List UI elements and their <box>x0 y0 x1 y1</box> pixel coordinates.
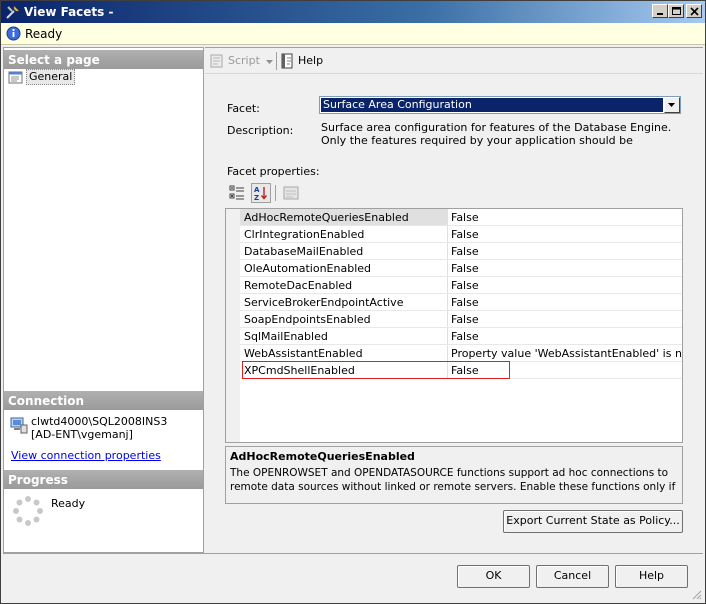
toolbar-separator <box>276 52 277 70</box>
property-name: SoapEndpointsEnabled <box>240 311 448 327</box>
property-value[interactable]: Property value 'WebAssistantEnabled' is … <box>448 345 682 361</box>
property-row[interactable]: RemoteDacEnabled False <box>240 277 682 294</box>
title-bar: View Facets - <box>1 1 705 23</box>
ok-button[interactable]: OK <box>457 565 530 588</box>
facet-properties-label: Facet properties: <box>227 165 320 178</box>
grid-margin <box>226 209 240 442</box>
svg-text:A: A <box>254 186 260 194</box>
help-panel-text: The OPENROWSET and OPENDATASOURCE functi… <box>230 467 676 496</box>
maximize-button[interactable] <box>668 4 684 18</box>
categorized-icon <box>229 185 244 200</box>
alphabetical-button[interactable]: A Z <box>251 183 271 203</box>
cancel-button[interactable]: Cancel <box>536 565 609 588</box>
close-window-button[interactable] <box>686 4 702 18</box>
progress-spinner-icon <box>13 496 43 526</box>
description-label: Description: <box>227 124 294 137</box>
property-value[interactable]: False <box>448 277 682 293</box>
property-pages-button[interactable] <box>281 183 301 203</box>
resize-grip-icon[interactable] <box>690 588 702 600</box>
close-icon <box>690 7 699 16</box>
help-toolbar-label: Help <box>298 54 324 67</box>
property-name: AdHocRemoteQueriesEnabled <box>240 209 448 225</box>
sort-alphabetical-icon: A Z <box>254 186 268 202</box>
property-pages-icon <box>283 186 299 200</box>
facets-app-icon <box>6 5 20 19</box>
property-row[interactable]: ClrIntegrationEnabled False <box>240 226 682 243</box>
property-row[interactable]: WebAssistantEnabled Property value 'WebA… <box>240 345 682 362</box>
chevron-down-icon <box>668 103 675 107</box>
facet-dropdown[interactable]: Surface Area Configuration <box>319 96 681 114</box>
svg-text:Z: Z <box>254 194 259 202</box>
property-value[interactable]: False <box>448 328 682 344</box>
property-name: ClrIntegrationEnabled <box>240 226 448 242</box>
script-icon <box>210 54 223 68</box>
window-title: View Facets - <box>24 5 114 19</box>
property-value[interactable]: False <box>448 294 682 310</box>
property-row[interactable]: AdHocRemoteQueriesEnabled False <box>240 209 682 226</box>
select-page-header: Select a page <box>4 50 203 69</box>
script-label: Script <box>228 54 260 67</box>
chevron-down-icon <box>266 60 273 64</box>
info-icon <box>6 26 21 41</box>
property-name: WebAssistantEnabled <box>240 345 448 361</box>
server-connection-icon <box>10 417 28 434</box>
property-value[interactable]: False <box>448 243 682 259</box>
page-item-label: General <box>26 69 76 85</box>
property-name: OleAutomationEnabled <box>240 260 448 276</box>
property-row[interactable]: ServiceBrokerEndpointActive False <box>240 294 682 311</box>
property-name: RemoteDacEnabled <box>240 277 448 293</box>
facet-dropdown-arrow[interactable] <box>664 97 680 113</box>
help-button[interactable]: Help <box>615 565 688 588</box>
property-name: ServiceBrokerEndpointActive <box>240 294 448 310</box>
categorized-button[interactable] <box>227 183 247 203</box>
status-bar: Ready <box>1 23 705 45</box>
property-help-panel: AdHocRemoteQueriesEnabled The OPENROWSET… <box>225 446 683 504</box>
property-name: DatabaseMailEnabled <box>240 243 448 259</box>
facet-label: Facet: <box>227 102 260 115</box>
property-value[interactable]: False <box>448 226 682 242</box>
highlight-annotation-box <box>242 361 510 379</box>
help-toolbar-button[interactable]: Help <box>280 53 324 71</box>
export-policy-button[interactable]: Export Current State as Policy... <box>503 510 683 533</box>
property-row[interactable]: OleAutomationEnabled False <box>240 260 682 277</box>
help-book-icon <box>281 53 293 69</box>
right-pane: Script Help Facet: Surface Area Configur… <box>205 47 703 553</box>
description-text: Surface area configuration for features … <box>321 121 672 149</box>
properties-page-icon <box>8 71 23 84</box>
minimize-icon <box>657 13 663 15</box>
connection-header: Connection <box>4 391 203 410</box>
facet-properties-grid: AdHocRemoteQueriesEnabled False ClrInteg… <box>225 208 683 443</box>
left-pane: Select a page General Connection clwtd40… <box>3 47 204 553</box>
minimize-button[interactable] <box>652 4 668 18</box>
property-row[interactable]: SoapEndpointsEnabled False <box>240 311 682 328</box>
script-button[interactable]: Script <box>209 53 275 71</box>
property-row[interactable]: SqlMailEnabled False <box>240 328 682 345</box>
connection-user: [AD-ENT\vgemanj] <box>31 428 133 441</box>
facet-selected-value: Surface Area Configuration <box>321 98 663 112</box>
help-panel-title: AdHocRemoteQueriesEnabled <box>230 450 415 463</box>
toolbar: Script Help <box>205 48 703 74</box>
progress-status: Ready <box>51 497 86 510</box>
status-text: Ready <box>25 27 63 41</box>
connection-server: clwtd4000\SQL2008INS3 <box>31 415 168 428</box>
view-connection-properties-link[interactable]: View connection properties <box>11 449 161 462</box>
property-value[interactable]: False <box>448 260 682 276</box>
property-name: SqlMailEnabled <box>240 328 448 344</box>
maximize-icon <box>672 7 681 15</box>
progress-header: Progress <box>4 470 203 489</box>
property-value[interactable]: False <box>448 311 682 327</box>
property-value[interactable]: False <box>448 209 682 225</box>
grid-toolbar-separator <box>275 185 276 201</box>
property-row[interactable]: DatabaseMailEnabled False <box>240 243 682 260</box>
footer-separator <box>3 553 703 554</box>
view-facets-window: View Facets - Ready Select a page Genera… <box>0 0 706 604</box>
